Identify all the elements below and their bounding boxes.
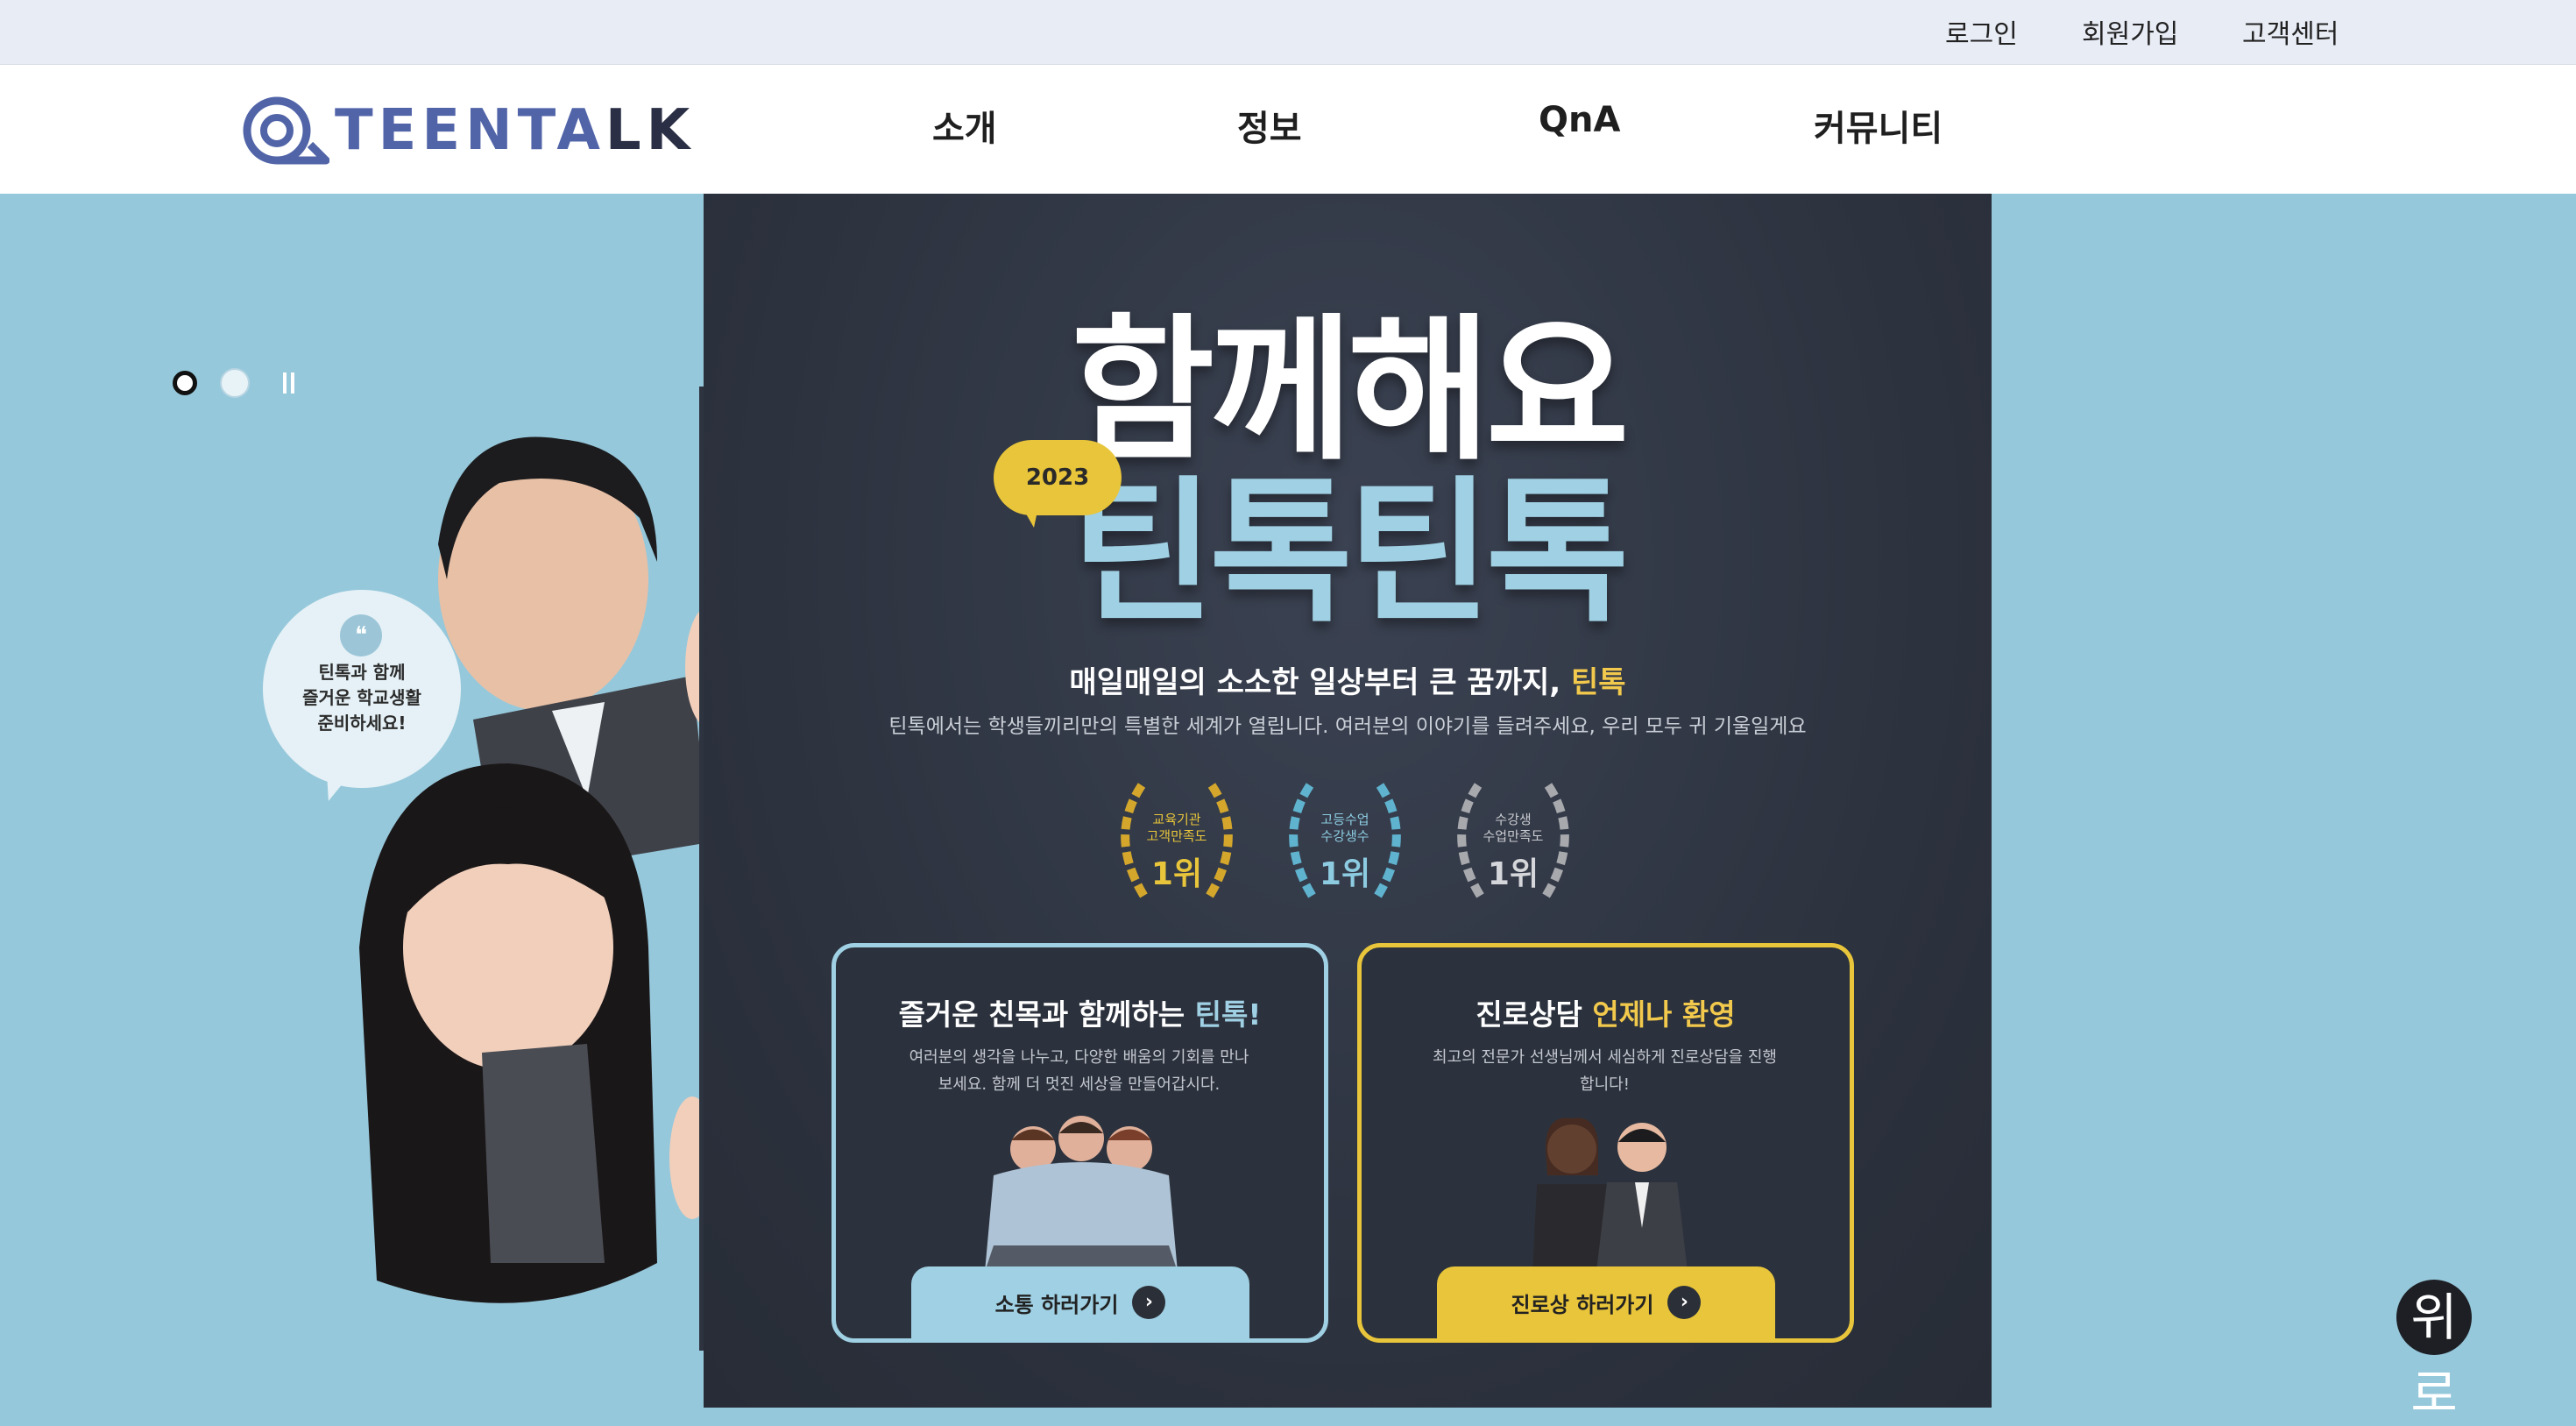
card-description: 여러분의 생각을 나누고, 다양한 배움의 기회를 만나보세요. 함께 더 멋진… — [909, 1048, 1249, 1094]
login-link[interactable]: 로그인 — [1945, 12, 2018, 51]
slogan: 매일매일의 소소한 일상부터 큰 꿈까지, 틴톡 — [1069, 665, 1626, 700]
bubble-text: 틴톡과 함께 즐거운 학교생활 준비하세요! — [302, 662, 421, 734]
nav-community[interactable]: 커뮤니티 — [1814, 100, 1943, 151]
center-panel: 함께해요 틴톡틴톡 2023 매일매일의 소소한 일상부터 큰 꿈까지, 틴톡 … — [704, 194, 1992, 1408]
teachers-illustration — [1532, 1117, 1688, 1272]
signup-link[interactable]: 회원가입 — [2082, 12, 2178, 51]
year-badge: 2023 — [994, 440, 1122, 528]
hero-banner: ❝ 틴톡과 함께 즐거운 학교생활 준비하세요! 함께해요 틴톡틴톡 2023 … — [0, 194, 2576, 1423]
students-illustration — [359, 387, 734, 1351]
logo-speech-icon — [243, 96, 329, 165]
card-description: 최고의 전문가 선생님께서 세심하게 진로상담을 진행합니다! — [1433, 1048, 1777, 1094]
nav-qna[interactable]: QnA — [1539, 100, 1620, 140]
card-title: 진로상담 언제나 환영 — [1476, 997, 1736, 1032]
award-badge-3: 수강생 수업만족도 1위 — [1443, 777, 1583, 908]
pause-icon[interactable] — [272, 372, 305, 394]
teentalk-logo[interactable]: TEENTALK — [238, 91, 695, 170]
logo-wordmark: TEENTALK — [335, 98, 696, 163]
scroll-to-top-label: 로 — [2410, 1364, 2458, 1423]
award-badge-2: 고등수업 수강생수 1위 — [1275, 777, 1415, 908]
card-title: 즐거운 친목과 함께하는 틴톡! — [898, 997, 1262, 1032]
headline-line-2: 틴톡틴톡 — [1071, 462, 1629, 643]
site-header: TEENTALK 소개 정보 QnA 커뮤니티 — [0, 65, 2576, 194]
counseling-card: 진로상담 언제나 환영 최고의 전문가 선생님께서 세심하게 진로상담을 진행합… — [1357, 943, 1854, 1343]
quote-icon: ❝ — [340, 614, 382, 656]
counseling-button[interactable]: 진로상 하러가기 › — [1437, 1266, 1775, 1338]
nav-about[interactable]: 소개 — [932, 100, 997, 151]
friends-illustration — [985, 1116, 1178, 1272]
arrow-right-icon: › — [1132, 1286, 1166, 1319]
community-card: 즐거운 친목과 함께하는 틴톡! 여러분의 생각을 나누고, 다양한 배움의 기… — [832, 943, 1328, 1343]
nav-info[interactable]: 정보 — [1237, 100, 1302, 151]
award-badge-1: 교육기관 고객만족도 1위 — [1107, 777, 1247, 908]
slide-dot-1[interactable] — [173, 371, 197, 395]
speech-bubble: ❝ 틴톡과 함께 즐거운 학교생활 준비하세요! — [263, 590, 461, 806]
slider-controls — [173, 368, 305, 398]
hero-description: 틴톡에서는 학생들끼리만의 특별한 세계가 열립니다. 여러분의 이야기를 들려… — [888, 715, 1807, 738]
top-utility-bar: 로그인 회원가입 고객센터 — [0, 0, 2576, 65]
communicate-button[interactable]: 소통 하러가기 › — [911, 1266, 1249, 1338]
headline-line-1: 함께해요 — [1071, 300, 1629, 481]
arrow-right-icon: › — [1667, 1286, 1702, 1319]
customer-center-link[interactable]: 고객센터 — [2242, 12, 2339, 51]
scroll-to-top-button[interactable]: 위 — [2396, 1280, 2472, 1355]
slide-dot-2[interactable] — [220, 368, 250, 398]
